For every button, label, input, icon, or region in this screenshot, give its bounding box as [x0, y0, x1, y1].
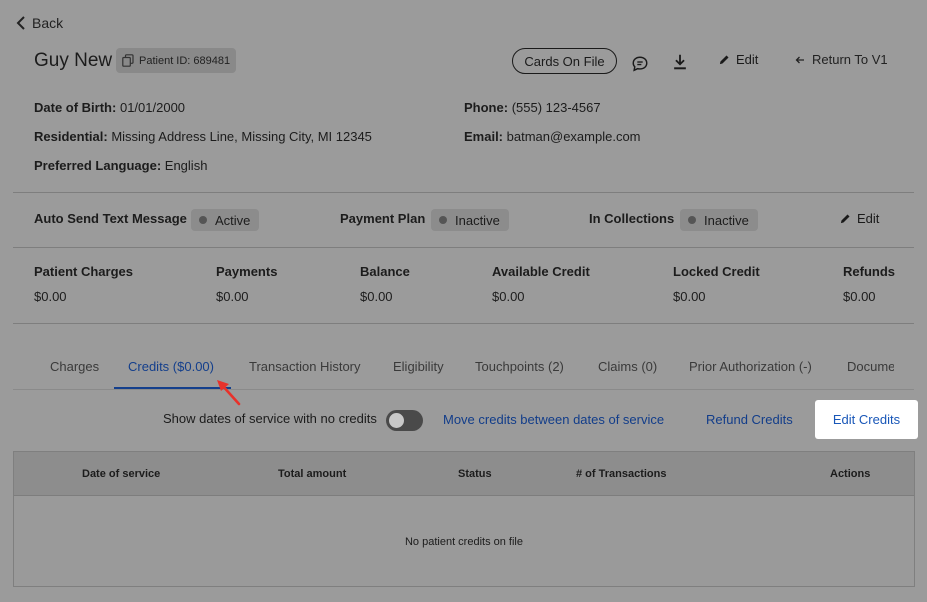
back-label: Back [32, 15, 64, 31]
column-header[interactable]: Total amount [278, 468, 346, 480]
language-label: Preferred Language: [34, 158, 162, 173]
summary-value: $0.00 [34, 289, 67, 304]
patient-id-badge[interactable]: Patient ID: 689481 [116, 48, 237, 73]
tab-transaction-history[interactable]: Transaction History [249, 359, 361, 374]
patient-id-label: Patient ID: 689481 [139, 54, 231, 67]
patient-name: Guy New [34, 50, 113, 71]
tab-credits[interactable]: Credits ($0.00) [128, 359, 214, 374]
cards-on-file-button[interactable]: Cards On File [512, 48, 617, 74]
summary-label: Refunds [843, 264, 895, 279]
tab-documents[interactable]: Docume [847, 359, 894, 374]
edit-statuses-label: Edit [857, 211, 880, 226]
column-header: Actions [830, 468, 871, 480]
summary-label: Patient Charges [34, 264, 133, 279]
summary-label: Balance [360, 264, 410, 279]
summary-label: Payments [216, 264, 278, 279]
column-header[interactable]: Date of service [82, 468, 160, 480]
residential-value: Missing Address Line, Missing City, MI 1… [111, 129, 372, 144]
annotation-arrow-icon [217, 380, 241, 406]
tab-touchpoints[interactable]: Touchpoints (2) [475, 359, 564, 374]
status-dot-icon [439, 216, 447, 224]
move-credits-link[interactable]: Move credits between dates of service [443, 412, 664, 427]
tab-claims[interactable]: Claims (0) [598, 359, 657, 374]
status-dot-icon [688, 216, 696, 224]
credits-table: Date of service Total amount Status # of… [13, 451, 915, 587]
dob-value: 01/01/2000 [119, 100, 186, 115]
message-icon[interactable] [630, 54, 650, 74]
phone-value: (555) 123-4567 [511, 100, 601, 115]
status-dot-icon [199, 216, 207, 224]
language-row: Preferred Language: English [34, 158, 207, 173]
auto-text-status-value: Active [215, 212, 251, 228]
column-header[interactable]: # of Transactions [576, 468, 666, 480]
empty-state-message: No patient credits on file [404, 536, 523, 548]
return-v1-label: Return To V1 [812, 52, 888, 67]
tab-prior-authorization[interactable]: Prior Authorization (-) [689, 359, 812, 374]
edit-statuses-button[interactable]: Edit [840, 211, 879, 226]
divider [13, 192, 914, 193]
show-empty-dates-label: Show dates of service with no credits [163, 411, 377, 426]
summary-value: $0.00 [673, 289, 706, 304]
email-row: Email: batman@example.com [464, 129, 641, 144]
show-empty-dates-toggle[interactable] [386, 410, 423, 431]
residential-label: Residential: [34, 129, 108, 144]
language-value: English [164, 158, 208, 173]
summary-value: $0.00 [492, 289, 525, 304]
back-link[interactable]: Back [16, 15, 63, 31]
payment-plan-status-value: Inactive [455, 212, 500, 228]
toggle-knob [389, 413, 404, 428]
refund-credits-link[interactable]: Refund Credits [706, 412, 793, 427]
pencil-icon [840, 214, 850, 224]
auto-text-status-badge: Active [191, 209, 260, 231]
payment-plan-label: Payment Plan [340, 211, 426, 226]
edit-credits-button[interactable]: Edit Credits [815, 400, 918, 439]
collections-status-badge: Inactive [680, 209, 758, 231]
residential-row: Residential: Missing Address Line, Missi… [34, 129, 372, 144]
column-header[interactable]: Status [458, 468, 492, 480]
dob-row: Date of Birth: 01/01/2000 [34, 100, 185, 115]
table-header: Date of service Total amount Status # of… [14, 452, 914, 496]
edit-label: Edit [736, 52, 759, 67]
divider [13, 323, 914, 324]
summary-value: $0.00 [360, 289, 393, 304]
dob-label: Date of Birth: [34, 100, 117, 115]
summary-value: $0.00 [843, 289, 876, 304]
collections-label: In Collections [589, 211, 675, 226]
arrow-left-icon [795, 56, 804, 63]
return-to-v1-link[interactable]: Return To V1 [795, 52, 888, 67]
tabs-divider [13, 389, 914, 390]
edit-patient-button[interactable]: Edit [719, 52, 758, 67]
divider [13, 247, 914, 248]
payment-plan-status-badge: Inactive [431, 209, 509, 231]
summary-label: Available Credit [492, 264, 590, 279]
chevron-left-icon [16, 16, 25, 30]
tab-eligibility[interactable]: Eligibility [393, 359, 444, 374]
auto-text-label: Auto Send Text Message [34, 211, 187, 226]
collections-status-value: Inactive [704, 212, 749, 228]
email-value: batman@example.com [506, 129, 641, 144]
email-label: Email: [464, 129, 504, 144]
phone-row: Phone: (555) 123-4567 [464, 100, 601, 115]
phone-label: Phone: [464, 100, 509, 115]
summary-value: $0.00 [216, 289, 249, 304]
download-icon[interactable] [670, 52, 690, 72]
copy-icon [122, 54, 134, 67]
summary-label: Locked Credit [673, 264, 760, 279]
pencil-icon [719, 55, 729, 65]
tab-charges[interactable]: Charges [50, 359, 99, 374]
